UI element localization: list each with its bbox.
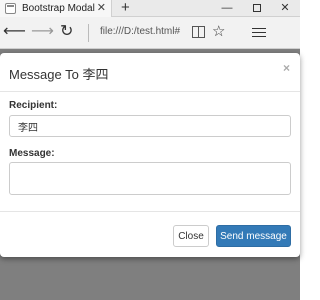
- browser-navbar: ⟵ ⟶ ↻ file:///D:/test.html# ☆: [0, 17, 300, 49]
- favorite-star-icon[interactable]: ☆: [212, 22, 225, 40]
- recipient-input[interactable]: [9, 115, 291, 137]
- modal-footer: Close Send message: [0, 211, 300, 257]
- message-modal: Message To 李四 × Recipient: Message: Clos…: [0, 53, 300, 257]
- close-button[interactable]: Close: [173, 225, 209, 247]
- minimize-icon[interactable]: —: [212, 0, 242, 17]
- modal-title: Message To 李四: [9, 67, 109, 82]
- browser-tab[interactable]: Bootstrap Modal ✕: [0, 0, 112, 17]
- address-bar[interactable]: file:///D:/test.html#: [100, 26, 180, 37]
- address-separator: [88, 24, 89, 42]
- message-textarea[interactable]: [9, 162, 291, 195]
- message-label: Message:: [9, 148, 55, 159]
- tab-title: Bootstrap Modal: [22, 3, 95, 14]
- window-close-icon[interactable]: ✕: [270, 0, 300, 17]
- modal-header: Message To 李四 ×: [0, 53, 300, 92]
- send-message-button[interactable]: Send message: [216, 225, 291, 247]
- tab-close-icon[interactable]: ✕: [97, 1, 106, 15]
- new-tab-icon[interactable]: +: [121, 0, 130, 16]
- browser-titlebar: Bootstrap Modal ✕ + — ✕: [0, 0, 300, 17]
- recipient-label: Recipient:: [9, 100, 58, 111]
- hub-icon[interactable]: [252, 28, 266, 40]
- forward-arrow-icon[interactable]: ⟶: [31, 23, 54, 41]
- modal-close-icon[interactable]: ×: [283, 61, 290, 75]
- reading-view-icon[interactable]: [192, 26, 205, 38]
- back-arrow-icon[interactable]: ⟵: [3, 23, 26, 41]
- maximize-icon[interactable]: [242, 0, 272, 17]
- refresh-icon[interactable]: ↻: [60, 23, 73, 41]
- page-icon: [5, 3, 16, 14]
